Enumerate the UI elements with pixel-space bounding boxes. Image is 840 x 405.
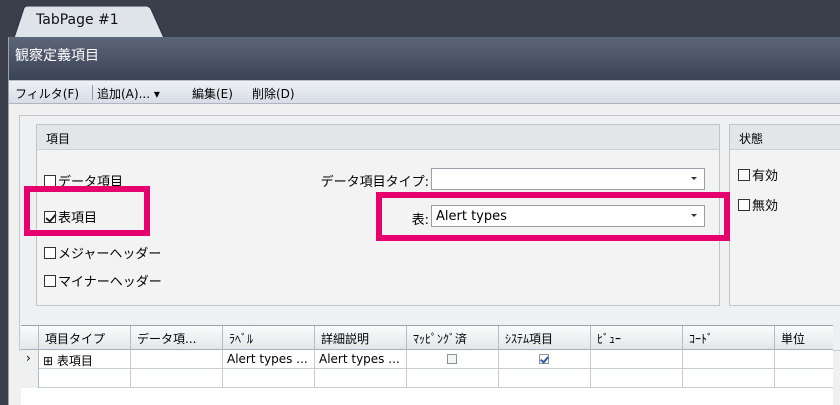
checkbox-label: メジャーヘッダー <box>58 247 162 262</box>
empty-cell[interactable] <box>407 369 499 388</box>
checkbox-box-checked[interactable] <box>44 210 56 223</box>
chevron-down-icon[interactable] <box>691 177 697 180</box>
empty-cell[interactable] <box>683 369 775 388</box>
row-indicator <box>21 369 39 388</box>
cell-view[interactable] <box>591 350 683 369</box>
checkbox-disabled[interactable]: 無効 <box>738 195 778 214</box>
table-combo[interactable]: Alert types <box>431 205 705 227</box>
items-group: 項目 データ項目 表項目 メジャーヘッダー マイナーヘッダー データ項目タイプ: <box>36 124 720 306</box>
cell-code[interactable] <box>683 350 775 369</box>
col-description[interactable]: 詳細説明 <box>315 326 407 350</box>
col-label[interactable]: ﾗﾍﾞﾙ <box>223 326 315 350</box>
checkbox-box[interactable] <box>44 274 56 287</box>
col-mapped[interactable]: ﾏｯﾋﾟﾝｸﾞ済 <box>407 326 499 350</box>
add-button[interactable]: 追加(A)... ▾ <box>97 85 160 102</box>
cell-unit[interactable] <box>775 350 833 369</box>
edit-button[interactable]: 編集(E) <box>192 85 233 102</box>
empty-cell[interactable] <box>499 369 591 388</box>
checkbox-box[interactable] <box>738 168 750 181</box>
checkbox-major-header[interactable]: メジャーヘッダー <box>44 243 161 262</box>
cell-label[interactable]: Alert types ... <box>223 350 315 369</box>
checkbox-label: 無効 <box>752 199 779 214</box>
checkbox-enabled[interactable]: 有効 <box>738 165 778 184</box>
col-system-item[interactable]: ｼｽﾃﾑ項目 <box>499 326 591 350</box>
tab-strip: TabPage #1 <box>0 0 840 38</box>
col-code[interactable]: ｺｰﾄﾞ <box>683 326 775 350</box>
toolbar: フィルタ(F) 追加(A)... ▾ 編集(E) 削除(D) <box>9 80 840 104</box>
cell-mapped[interactable] <box>407 350 499 369</box>
cell-item-type[interactable]: ⊞ 表項目 <box>39 350 131 369</box>
cell-data-item[interactable] <box>131 350 223 369</box>
empty-cell[interactable] <box>775 369 833 388</box>
table-row[interactable]: › ⊞ 表項目 Alert types ... Alert types ... <box>21 350 833 369</box>
items-group-title: 項目 <box>46 132 71 146</box>
row-indicator-icon: › <box>21 350 39 369</box>
cell-system-item[interactable] <box>499 350 591 369</box>
col-item-type[interactable]: 項目タイプ <box>39 326 131 350</box>
grid-header: 項目タイプ データ項... ﾗﾍﾞﾙ 詳細説明 ﾏｯﾋﾟﾝｸﾞ済 ｼｽﾃﾑ項目 … <box>21 326 833 350</box>
checkbox-label: マイナーヘッダー <box>58 275 162 290</box>
empty-cell[interactable] <box>591 369 683 388</box>
delete-button[interactable]: 削除(D) <box>252 85 295 102</box>
filter-area: 項目 データ項目 表項目 メジャーヘッダー マイナーヘッダー データ項目タイプ: <box>19 115 840 351</box>
cell-item-type-text: 表項目 <box>56 354 93 368</box>
empty-cell[interactable] <box>131 369 223 388</box>
status-group-header: 状態 <box>730 125 840 150</box>
empty-cell[interactable] <box>315 369 407 388</box>
items-group-header: 項目 <box>37 125 719 150</box>
col-data-item[interactable]: データ項... <box>131 326 223 350</box>
checkbox-minor-header[interactable]: マイナーヘッダー <box>44 271 162 290</box>
filter-button[interactable]: フィルタ(F) <box>15 85 79 102</box>
empty-cell[interactable] <box>39 369 131 388</box>
combo-value: Alert types <box>436 209 507 224</box>
grid-corner <box>21 326 39 350</box>
col-view[interactable]: ﾋﾞｭｰ <box>591 326 683 350</box>
status-group: 状態 有効 無効 <box>729 124 840 306</box>
checkbox-label: 有効 <box>752 169 779 184</box>
tab-page-1[interactable]: TabPage #1 <box>14 6 164 38</box>
checkbox-box[interactable] <box>44 246 56 259</box>
toolbar-separator <box>92 85 93 100</box>
chevron-down-icon[interactable] <box>691 214 697 217</box>
mapped-checkbox[interactable] <box>447 354 457 364</box>
empty-cell[interactable] <box>223 369 315 388</box>
system-item-checkbox[interactable] <box>539 354 549 364</box>
checkbox-box[interactable] <box>738 198 750 211</box>
table-label: 表: <box>411 213 429 228</box>
data-item-type-label: データ項目タイプ: <box>320 175 429 190</box>
items-grid: 項目タイプ データ項... ﾗﾍﾞﾙ 詳細説明 ﾏｯﾋﾟﾝｸﾞ済 ｼｽﾃﾑ項目 … <box>21 325 833 405</box>
col-unit[interactable]: 単位 <box>775 326 833 350</box>
checkbox-table-item[interactable]: 表項目 <box>44 207 97 226</box>
tab-label: TabPage #1 <box>36 12 119 28</box>
table-row-empty[interactable] <box>21 369 833 388</box>
expand-icon[interactable]: ⊞ <box>43 354 53 368</box>
status-group-title: 状態 <box>739 132 764 146</box>
panel-title: 観察定義項目 <box>15 48 99 64</box>
checkbox-box[interactable] <box>44 174 56 187</box>
checkbox-label: 表項目 <box>58 211 98 226</box>
main-panel: 観察定義項目 フィルタ(F) 追加(A)... ▾ 編集(E) 削除(D) 項目… <box>8 37 840 405</box>
cell-description[interactable]: Alert types ... <box>315 350 407 369</box>
data-item-type-combo[interactable] <box>431 168 705 190</box>
checkbox-label: データ項目 <box>58 175 124 190</box>
checkbox-data-item[interactable]: データ項目 <box>44 171 123 190</box>
panel-titlebar: 観察定義項目 <box>9 37 840 81</box>
